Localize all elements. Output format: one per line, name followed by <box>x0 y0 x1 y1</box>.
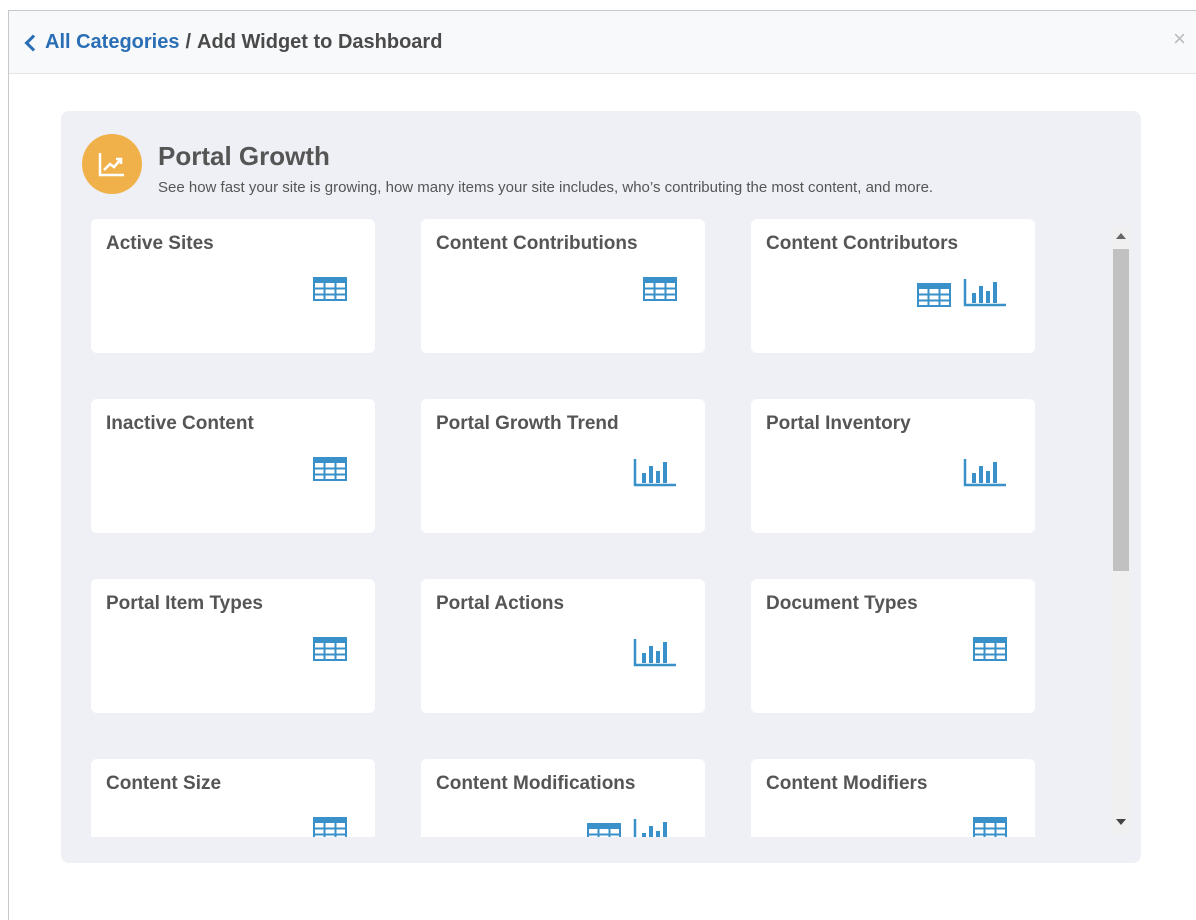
close-icon[interactable]: × <box>1173 28 1186 50</box>
all-categories-link[interactable]: All Categories <box>24 31 180 54</box>
table-view-icon[interactable] <box>917 283 951 307</box>
bar-chart-icon[interactable] <box>633 637 677 667</box>
widget-card[interactable]: Portal Actions <box>421 579 705 713</box>
widget-card[interactable]: Content Modifiers <box>751 759 1035 837</box>
widget-view-icons <box>917 277 1007 307</box>
widget-view-icons <box>313 637 347 661</box>
scroll-thumb[interactable] <box>1113 249 1129 571</box>
widget-title: Content Contributors <box>766 233 959 254</box>
category-title: Portal Growth <box>158 141 330 171</box>
table-view-icon[interactable] <box>313 277 347 301</box>
widget-card[interactable]: Active Sites <box>91 219 375 353</box>
dialog-header: All Categories / Add Widget to Dashboard… <box>9 11 1196 74</box>
widget-card[interactable]: Portal Growth Trend <box>421 399 705 533</box>
widget-view-icons <box>633 637 677 667</box>
bar-chart-icon[interactable] <box>963 457 1007 487</box>
table-view-icon[interactable] <box>643 277 677 301</box>
table-view-icon[interactable] <box>313 637 347 661</box>
category-panel: Portal Growth See how fast your site is … <box>61 111 1141 863</box>
trend-chart-icon <box>82 134 142 194</box>
widget-view-icons <box>643 277 677 301</box>
widget-title: Active Sites <box>106 233 214 254</box>
widget-title: Content Contributions <box>436 233 638 254</box>
add-widget-dialog: All Categories / Add Widget to Dashboard… <box>8 10 1196 920</box>
widget-title: Portal Actions <box>436 593 565 614</box>
scroll-down-icon[interactable] <box>1116 819 1126 825</box>
table-view-icon[interactable] <box>313 817 347 837</box>
widget-title: Content Size <box>106 773 222 794</box>
widget-view-icons <box>973 817 1007 837</box>
widget-view-icons <box>963 457 1007 487</box>
widget-title: Inactive Content <box>106 413 254 434</box>
widget-grid: Active Sites Content Contributions Content… <box>61 219 1111 837</box>
table-view-icon[interactable] <box>313 457 347 481</box>
table-view-icon[interactable] <box>973 817 1007 837</box>
widget-view-icons <box>973 637 1007 661</box>
widget-view-icons <box>313 817 347 837</box>
breadcrumb-separator: / <box>185 31 192 53</box>
widget-card[interactable]: Content Contributors <box>751 219 1035 353</box>
breadcrumb: All Categories / Add Widget to Dashboard <box>24 31 443 54</box>
widget-title: Portal Inventory <box>766 413 911 434</box>
widget-card[interactable]: Portal Inventory <box>751 399 1035 533</box>
bar-chart-icon[interactable] <box>633 457 677 487</box>
page-title: Add Widget to Dashboard <box>197 31 443 53</box>
scroll-up-icon[interactable] <box>1116 233 1126 239</box>
widget-view-icons <box>633 457 677 487</box>
all-categories-label: All Categories <box>45 31 180 53</box>
widget-title: Portal Growth Trend <box>436 413 619 434</box>
bar-chart-icon[interactable] <box>633 817 677 837</box>
widget-card[interactable]: Content Size <box>91 759 375 837</box>
widget-title: Content Modifiers <box>766 773 928 794</box>
chevron-left-icon <box>24 34 42 52</box>
scrollbar[interactable] <box>1111 227 1131 835</box>
widget-card[interactable]: Content Contributions <box>421 219 705 353</box>
bar-chart-icon[interactable] <box>963 277 1007 307</box>
category-description: See how fast your site is growing, how m… <box>158 179 934 196</box>
widget-card[interactable]: Content Modifications <box>421 759 705 837</box>
widget-title: Portal Item Types <box>106 593 263 614</box>
widget-card[interactable]: Portal Item Types <box>91 579 375 713</box>
table-view-icon[interactable] <box>973 637 1007 661</box>
widget-title: Content Modifications <box>436 773 636 794</box>
widget-view-icons <box>587 817 677 837</box>
widget-view-icons <box>313 277 347 301</box>
widget-title: Document Types <box>766 593 918 614</box>
widget-card[interactable]: Inactive Content <box>91 399 375 533</box>
widget-card[interactable]: Document Types <box>751 579 1035 713</box>
widget-view-icons <box>313 457 347 481</box>
table-view-icon[interactable] <box>587 823 621 837</box>
